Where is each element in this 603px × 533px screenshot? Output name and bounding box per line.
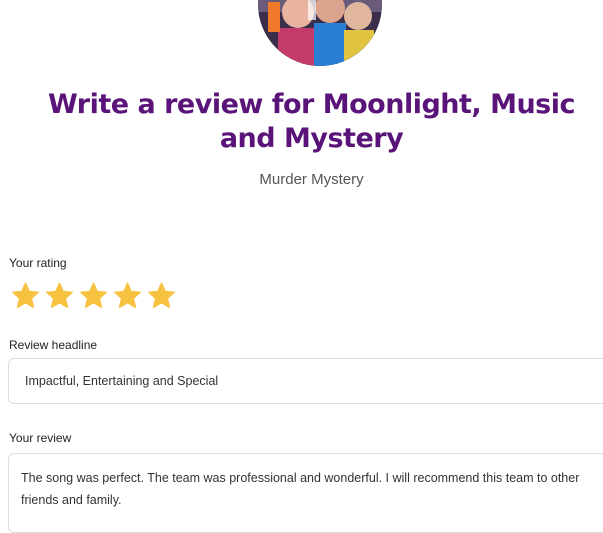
star-icon[interactable] (146, 281, 177, 311)
event-photo-avatar (258, 0, 382, 66)
review-textarea[interactable]: The song was perfect. The team was profe… (8, 453, 603, 533)
headline-input[interactable]: Impactful, Entertaining and Special (8, 358, 603, 404)
star-rating[interactable] (10, 281, 177, 311)
star-icon[interactable] (112, 281, 143, 311)
star-icon[interactable] (10, 281, 41, 311)
page-title: Write a review for Moonlight, Music and … (48, 89, 576, 154)
star-icon[interactable] (78, 281, 109, 311)
headline-label: Review headline (9, 338, 98, 352)
event-photo-image (258, 0, 382, 66)
rating-label: Your rating (9, 256, 67, 270)
review-label: Your review (9, 431, 72, 445)
event-category: Murder Mystery (259, 171, 364, 188)
star-icon[interactable] (44, 281, 75, 311)
